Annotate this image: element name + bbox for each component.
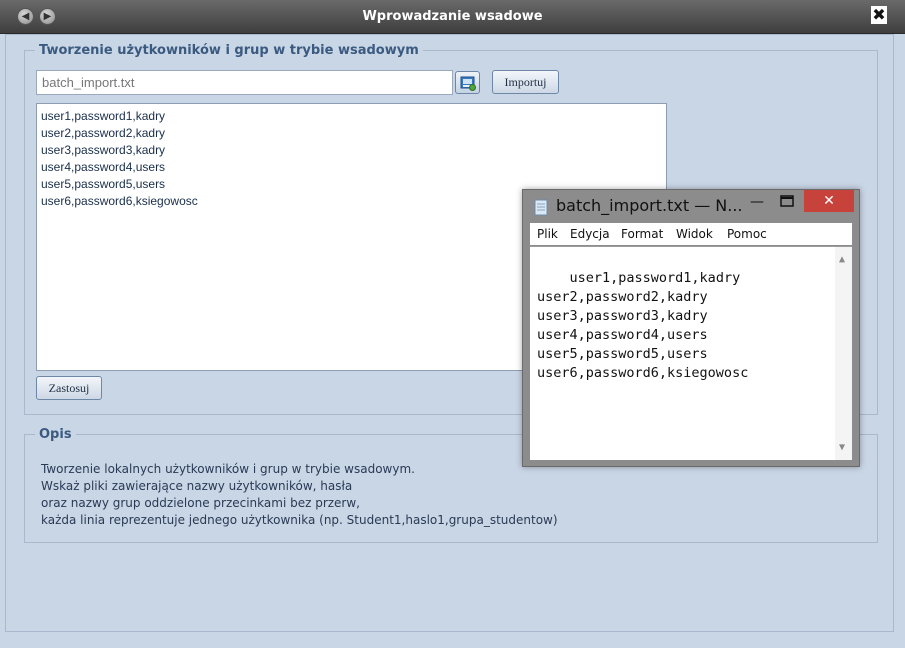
maximize-icon[interactable]	[777, 195, 797, 209]
description-line: Wskaż pliki zawierające nazwy użytkownik…	[41, 479, 353, 493]
notepad-close-button[interactable]: ✕	[804, 190, 854, 212]
menu-item-edycja[interactable]: Edycja	[570, 227, 610, 241]
close-icon[interactable]: ✖	[871, 6, 887, 24]
menu-item-format[interactable]: Format	[621, 227, 663, 241]
browse-file-button[interactable]	[455, 71, 480, 94]
description-legend: Opis	[39, 427, 72, 442]
window-title: Wprowadzanie wsadowe	[362, 9, 543, 24]
notepad-icon	[534, 199, 548, 216]
batch-section-legend: Tworzenie użytkowników i grup w trybie w…	[39, 43, 419, 58]
notepad-window[interactable]: batch_import.txt — N... — ✕ Plik Edycja …	[522, 189, 860, 467]
description-line: każda linia reprezentuje jednego użytkow…	[41, 513, 558, 527]
apply-button[interactable]: Zastosuj	[36, 376, 102, 400]
browse-file-icon	[460, 76, 476, 91]
vertical-scrollbar[interactable]: ▲ ▼	[835, 247, 852, 460]
notepad-title: batch_import.txt — N...	[556, 196, 743, 215]
notepad-title-bar[interactable]: batch_import.txt — N... — ✕	[523, 190, 859, 222]
menu-item-widok[interactable]: Widok	[676, 227, 713, 241]
file-path-input[interactable]: batch_import.txt	[36, 70, 453, 95]
title-bar: ◀ ▶ Wprowadzanie wsadowe ✖	[0, 0, 905, 34]
minimize-icon[interactable]: —	[747, 194, 767, 210]
notepad-content: user1,password1,kadry user2,password2,ka…	[537, 270, 749, 381]
notepad-menu-bar: Plik Edycja Format Widok Pomoc	[530, 223, 852, 245]
menu-item-pomoc[interactable]: Pomoc	[727, 227, 767, 241]
menu-item-plik[interactable]: Plik	[537, 227, 558, 241]
scroll-up-icon[interactable]: ▲	[839, 250, 845, 269]
description-line: oraz nazwy grup oddzielone przecinkami b…	[41, 496, 360, 510]
description-text: Tworzenie lokalnych użytkowników i grup …	[41, 461, 821, 529]
import-button[interactable]: Importuj	[492, 70, 559, 94]
notepad-text-area[interactable]: user1,password1,kadry user2,password2,ka…	[530, 246, 852, 460]
scroll-down-icon[interactable]: ▼	[839, 438, 845, 457]
